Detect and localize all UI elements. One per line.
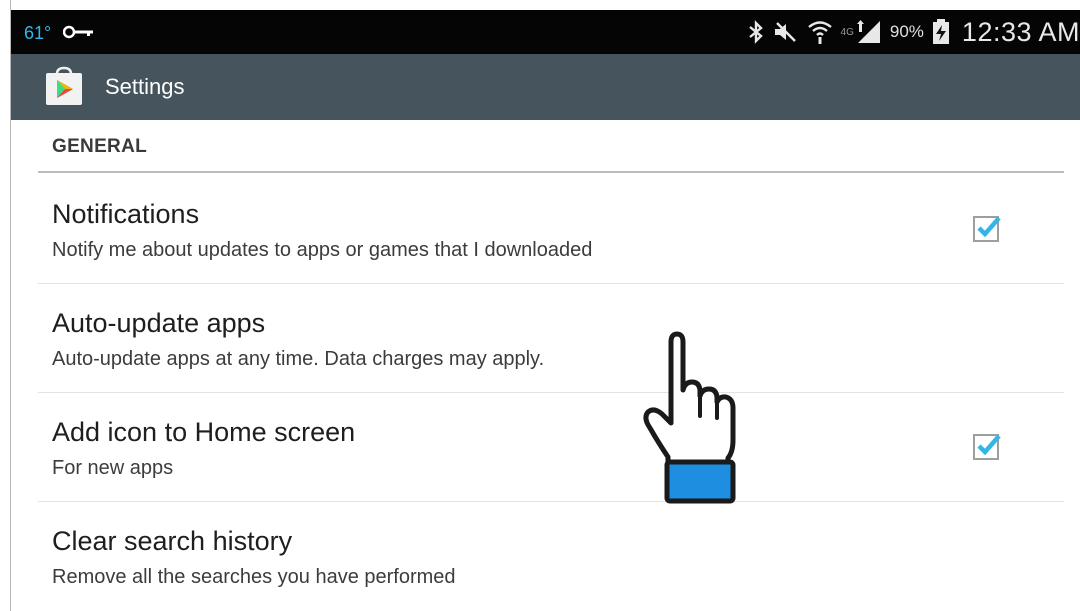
network-type-label: 4G [840,26,854,38]
section-divider [38,171,1064,173]
section-header-general: GENERAL [52,136,147,157]
setting-summary: Notify me about updates to apps or games… [52,239,593,261]
pointing-hand-cursor-icon [643,331,736,504]
setting-summary: Remove all the searches you have perform… [52,566,456,588]
bluetooth-icon [748,20,763,44]
page-title: Settings [105,74,185,99]
signal-icon [856,20,880,43]
notifications-checkbox[interactable] [972,213,1002,243]
setting-clear-search-history[interactable]: Clear search history Remove all the sear… [38,502,1064,610]
setting-summary: For new apps [52,457,174,479]
play-store-icon[interactable] [45,66,83,106]
clock: 12:33 AM [961,16,1080,47]
wifi-icon [807,21,832,44]
setting-summary: Auto-update apps at any time. Data charg… [52,348,545,370]
key-icon [63,25,93,39]
add-icon-checkbox[interactable] [972,431,1002,461]
battery-charging-icon [932,19,949,44]
setting-title: Notifications [52,199,200,229]
setting-add-icon-home-screen[interactable]: Add icon to Home screen For new apps [38,393,1064,502]
mute-icon [774,22,796,42]
setting-title: Add icon to Home screen [52,417,356,447]
setting-title: Clear search history [52,526,293,556]
settings-screen: 61° 4G 90% 12:33 AM Settings GENERAL Not… [0,0,1080,611]
setting-auto-update-apps[interactable]: Auto-update apps Auto-update apps at any… [38,284,1064,393]
temperature-label: 61° [24,23,52,43]
action-bar: Settings [11,54,1080,120]
status-icons: 4G 90% 12:33 AM [747,10,1080,54]
setting-title: Auto-update apps [52,308,266,338]
battery-percent: 90% [889,22,924,41]
setting-notifications[interactable]: Notifications Notify me about updates to… [38,175,1064,284]
status-bar: 61° 4G 90% 12:33 AM [11,10,1080,54]
